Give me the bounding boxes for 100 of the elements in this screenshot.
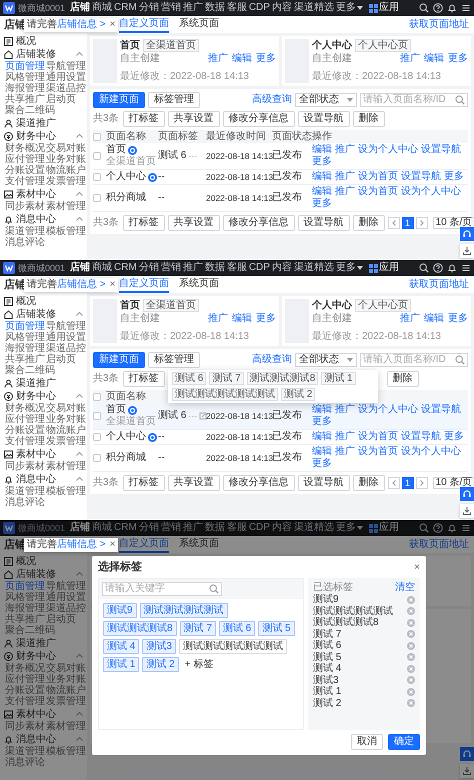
row-action[interactable]: 更多 [312, 416, 332, 428]
sidebar-item[interactable]: 物流账户 [46, 685, 87, 696]
nav-item[interactable]: 分销 [138, 522, 159, 534]
card-action[interactable]: 编辑 [232, 53, 252, 65]
sidebar-item[interactable]: 通用设置 [46, 592, 87, 603]
tag-option[interactable]: 测试测试测试8 [103, 621, 177, 636]
sidebar-item[interactable]: 发票管理 [46, 436, 87, 447]
sidebar-item[interactable]: 启动页 [46, 94, 87, 105]
nav-item[interactable]: 营销 [160, 262, 181, 274]
nav-item[interactable]: 商城 [92, 522, 112, 534]
sidebar-item[interactable]: 业务对账 [46, 674, 87, 685]
nav-item[interactable]: 数据 [204, 262, 225, 274]
tag-option[interactable]: 测试 6 [218, 621, 256, 636]
add-tag-button[interactable]: + 标签 [182, 657, 216, 672]
sidebar-item[interactable]: 素材管理 [46, 461, 87, 472]
nav-item[interactable]: CDP [248, 522, 270, 534]
nav-item[interactable]: 更多 [336, 2, 363, 14]
sidebar-item[interactable]: 物流账户 [46, 165, 87, 176]
tag-option[interactable]: 测试9 [103, 603, 137, 618]
sidebar-item[interactable]: 业务对账 [46, 414, 87, 425]
nav-item[interactable]: CRM [114, 262, 137, 274]
sidebar-item[interactable]: 支付管理 [5, 696, 46, 707]
sidebar-item[interactable]: 通用设置 [46, 332, 87, 343]
batch-button[interactable]: 打标签 [122, 475, 165, 491]
batch-button[interactable]: 设置导航 [298, 215, 350, 231]
nav-item[interactable]: CDP [248, 2, 270, 14]
row-action[interactable]: 编辑 [312, 171, 332, 183]
batch-button[interactable]: 设置导航 [298, 475, 350, 491]
nav-item[interactable]: 内容 [272, 2, 292, 14]
nav-item[interactable]: 应用 [368, 522, 399, 534]
tag-option[interactable]: 测试 4 [103, 639, 140, 654]
nav-item[interactable]: CDP [248, 262, 270, 274]
sidebar-group[interactable]: 概况 [0, 555, 87, 567]
sidebar-item[interactable]: 同步素材 [5, 201, 46, 212]
batch-button[interactable]: 设置导航 [298, 111, 350, 127]
nav-item[interactable]: 内容 [272, 522, 292, 534]
sidebar-item[interactable]: 分账设置 [5, 685, 46, 696]
sidebar-item[interactable]: 消息评论 [5, 757, 46, 768]
nav-item[interactable]: 营销 [160, 522, 181, 534]
card-action[interactable]: 推广 [400, 313, 420, 325]
batch-button[interactable]: 共享设置 [168, 215, 220, 231]
status-select[interactable]: 全部状态 [295, 353, 357, 367]
sidebar-item[interactable]: 启动页 [46, 354, 87, 365]
nav-item[interactable]: 更多 [336, 522, 363, 534]
tab[interactable]: 系统页面 [179, 276, 219, 293]
tag-option[interactable]: 测试测试测试测试 [140, 603, 228, 618]
close-button[interactable]: × [110, 20, 116, 30]
sidebar-item[interactable]: 财务概况 [5, 663, 46, 674]
row-action[interactable]: 设为个人中心 [358, 404, 418, 416]
batch-button[interactable]: 共享设置 [168, 475, 220, 491]
batch-button[interactable]: 共享设置 [168, 111, 220, 127]
sidebar-item[interactable]: 页面管理 [5, 581, 46, 592]
row-action[interactable]: 设为个人中心 [358, 144, 418, 156]
card-action[interactable]: 编辑 [424, 53, 444, 65]
sidebar-item[interactable]: 财务概况 [5, 403, 46, 414]
row-action[interactable]: 编辑 [312, 186, 332, 198]
close-button[interactable]: × [110, 540, 116, 550]
batch-button[interactable]: 打标签 [122, 215, 165, 231]
sidebar-item[interactable]: 交易对账 [46, 403, 87, 414]
sidebar-group[interactable]: 店铺装修 [0, 48, 87, 60]
sidebar-group[interactable]: 素材中心 [0, 708, 87, 720]
row-action[interactable]: 推广 [335, 404, 355, 416]
sidebar-item[interactable]: 渠道管理 [5, 746, 46, 757]
batch-button[interactable]: 删除 [352, 111, 385, 127]
sidebar-item[interactable]: 风格管理 [5, 592, 46, 603]
card-action[interactable]: 更多 [256, 53, 276, 65]
row-action[interactable]: 编辑 [312, 144, 332, 156]
nav-item[interactable]: 客服 [226, 2, 247, 14]
sidebar-group[interactable]: 概况 [0, 295, 87, 307]
nav-item[interactable]: 分销 [138, 262, 159, 274]
close-button[interactable]: × [414, 562, 420, 573]
nav-item[interactable]: 客服 [226, 262, 247, 274]
sidebar-item[interactable]: 应付管理 [5, 674, 46, 685]
sidebar-item[interactable]: 渠道管理 [5, 226, 46, 237]
sidebar-item[interactable]: 共享推广 [5, 94, 46, 105]
row-action[interactable]: 编辑 [312, 404, 332, 416]
nav-item[interactable]: 推广 [182, 262, 203, 274]
nav-item[interactable]: 更多 [336, 262, 363, 274]
sidebar-item[interactable]: 分账设置 [5, 425, 46, 436]
tag-manage-button[interactable]: 标签管理 [148, 92, 200, 108]
batch-button[interactable]: 删除 [386, 371, 419, 387]
sidebar-item[interactable]: 业务对账 [46, 154, 87, 165]
new-page-button[interactable]: 新建页面 [93, 352, 145, 368]
batch-button[interactable]: 修改分享信息 [222, 215, 295, 231]
sidebar-item[interactable]: 支付管理 [5, 176, 46, 187]
sidebar-group[interactable]: 渠道推广 [0, 117, 87, 129]
sidebar-group[interactable]: 财务中心 [0, 390, 87, 402]
sidebar-item[interactable]: 渠道品控 [46, 83, 87, 94]
page-button[interactable]: 1 [402, 217, 414, 229]
sidebar-group[interactable]: 概况 [0, 35, 87, 47]
row-action[interactable]: 设为首页 [358, 431, 398, 443]
nav-item[interactable]: 商城 [92, 2, 112, 14]
row-action[interactable]: 设置导航 [401, 431, 441, 443]
nav-item[interactable]: 数据 [204, 522, 225, 534]
nav-item[interactable]: CRM [114, 2, 137, 14]
batch-button[interactable]: 修改分享信息 [222, 111, 295, 127]
sidebar-group[interactable]: 渠道推广 [0, 637, 87, 649]
sidebar-item[interactable]: 渠道管理 [5, 486, 46, 497]
nav-item[interactable]: 推广 [182, 2, 203, 14]
tag-option[interactable]: 测试 5 [258, 621, 295, 636]
